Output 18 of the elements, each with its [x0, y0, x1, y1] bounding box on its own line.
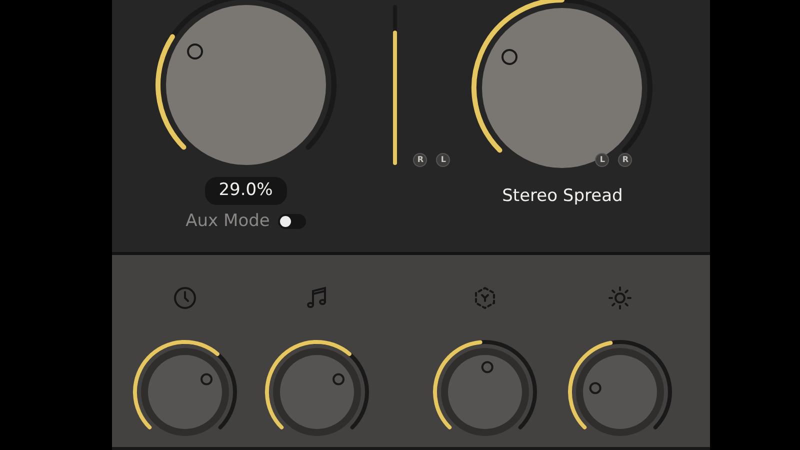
- value-readout: 29.0%: [204, 177, 287, 204]
- channel-badge: R: [413, 153, 428, 167]
- knob[interactable]: [264, 340, 369, 436]
- mix-knob[interactable]: [155, 0, 336, 165]
- channel-badge: R: [618, 153, 632, 167]
- aux-mode-toggle[interactable]: [278, 214, 306, 229]
- aux-mode-label: Aux Mode: [186, 210, 270, 232]
- stereo-spread-knob[interactable]: [472, 0, 653, 168]
- dashed-cube-icon: [475, 286, 495, 310]
- channel-badge: L: [595, 153, 610, 167]
- knob[interactable]: [568, 340, 672, 436]
- knob[interactable]: [132, 340, 237, 436]
- knob[interactable]: [433, 340, 537, 436]
- sun-icon: [608, 286, 632, 310]
- music-note-icon: [307, 286, 326, 308]
- clock-icon: [174, 287, 196, 309]
- stereo-spread-label: Stereo Spread: [502, 185, 623, 208]
- channel-badge: L: [436, 153, 450, 167]
